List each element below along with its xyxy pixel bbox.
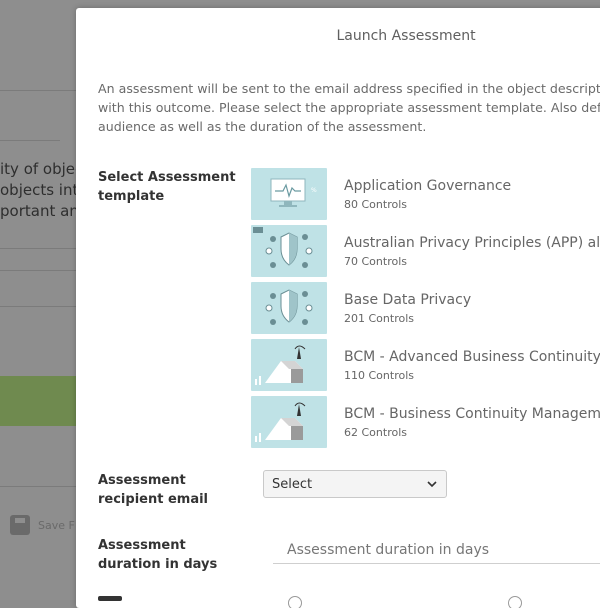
template-name: BCM - Business Continuity Manageme — [344, 406, 600, 422]
radio-option[interactable] — [508, 596, 522, 608]
launch-assessment-modal: Launch Assessment An assessment will be … — [76, 8, 600, 608]
duration-label: Assessment duration in days — [98, 538, 218, 572]
bg-divider — [0, 248, 76, 249]
template-list: % Application Governance 80 Controls Aus… — [251, 168, 600, 453]
template-controls-count: 201 Controls — [344, 312, 414, 325]
bg-green-panel — [0, 376, 76, 426]
template-option[interactable]: Australian Privacy Principles (APP) alig… — [251, 225, 600, 282]
template-option[interactable]: BCM - Advanced Business Continuity M 110… — [251, 339, 600, 396]
template-controls-count: 80 Controls — [344, 198, 407, 211]
radio-option[interactable] — [288, 596, 302, 608]
template-name: Australian Privacy Principles (APP) alig — [344, 235, 600, 251]
bg-divider — [0, 140, 60, 141]
save-disk-icon — [10, 515, 30, 535]
template-controls-count: 62 Controls — [344, 426, 407, 439]
intro-line: An assessment will be sent to the email … — [98, 81, 600, 96]
modal-title: Launch Assessment — [336, 28, 476, 44]
select-value: Select — [272, 476, 313, 492]
bg-text-line: objects into — [0, 181, 88, 199]
bg-save-button: Save F — [10, 515, 75, 535]
bg-text-line: ity of objec — [0, 160, 84, 178]
bg-divider — [0, 270, 76, 271]
template-option[interactable]: Base Data Privacy 201 Controls — [251, 282, 600, 339]
template-name: Base Data Privacy — [344, 292, 472, 308]
modal-intro-text: An assessment will be sent to the email … — [98, 79, 600, 136]
monitor-chart-icon: % — [251, 168, 327, 220]
template-option[interactable]: BCM - Business Continuity Manageme 62 Co… — [251, 396, 600, 453]
intro-line: with this outcome. Please select the app… — [98, 100, 600, 115]
template-name: BCM - Advanced Business Continuity M — [344, 349, 600, 365]
recipient-email-label: Assessment recipient email — [98, 473, 209, 507]
bg-divider — [0, 486, 76, 487]
bcm-tower-icon — [251, 339, 327, 391]
privacy-shield-icon — [251, 225, 327, 277]
duration-input[interactable] — [273, 536, 600, 564]
template-controls-count: 70 Controls — [344, 255, 407, 268]
bg-save-label: Save F — [38, 518, 75, 532]
template-name: Application Governance — [344, 178, 512, 194]
next-field-label-partial — [98, 592, 128, 602]
select-template-label: Select Assessment template — [98, 170, 236, 204]
intro-line: audience as well as the duration of the … — [98, 119, 427, 134]
bcm-tower-icon — [251, 396, 327, 448]
recipient-email-select[interactable]: Select — [263, 470, 447, 498]
privacy-shield-icon — [251, 282, 327, 334]
bg-divider — [0, 90, 76, 91]
svg-text:%: % — [311, 187, 317, 194]
chevron-down-icon — [427, 481, 437, 488]
template-controls-count: 110 Controls — [344, 369, 414, 382]
bg-divider — [0, 306, 76, 307]
template-option[interactable]: % Application Governance 80 Controls — [251, 168, 600, 225]
